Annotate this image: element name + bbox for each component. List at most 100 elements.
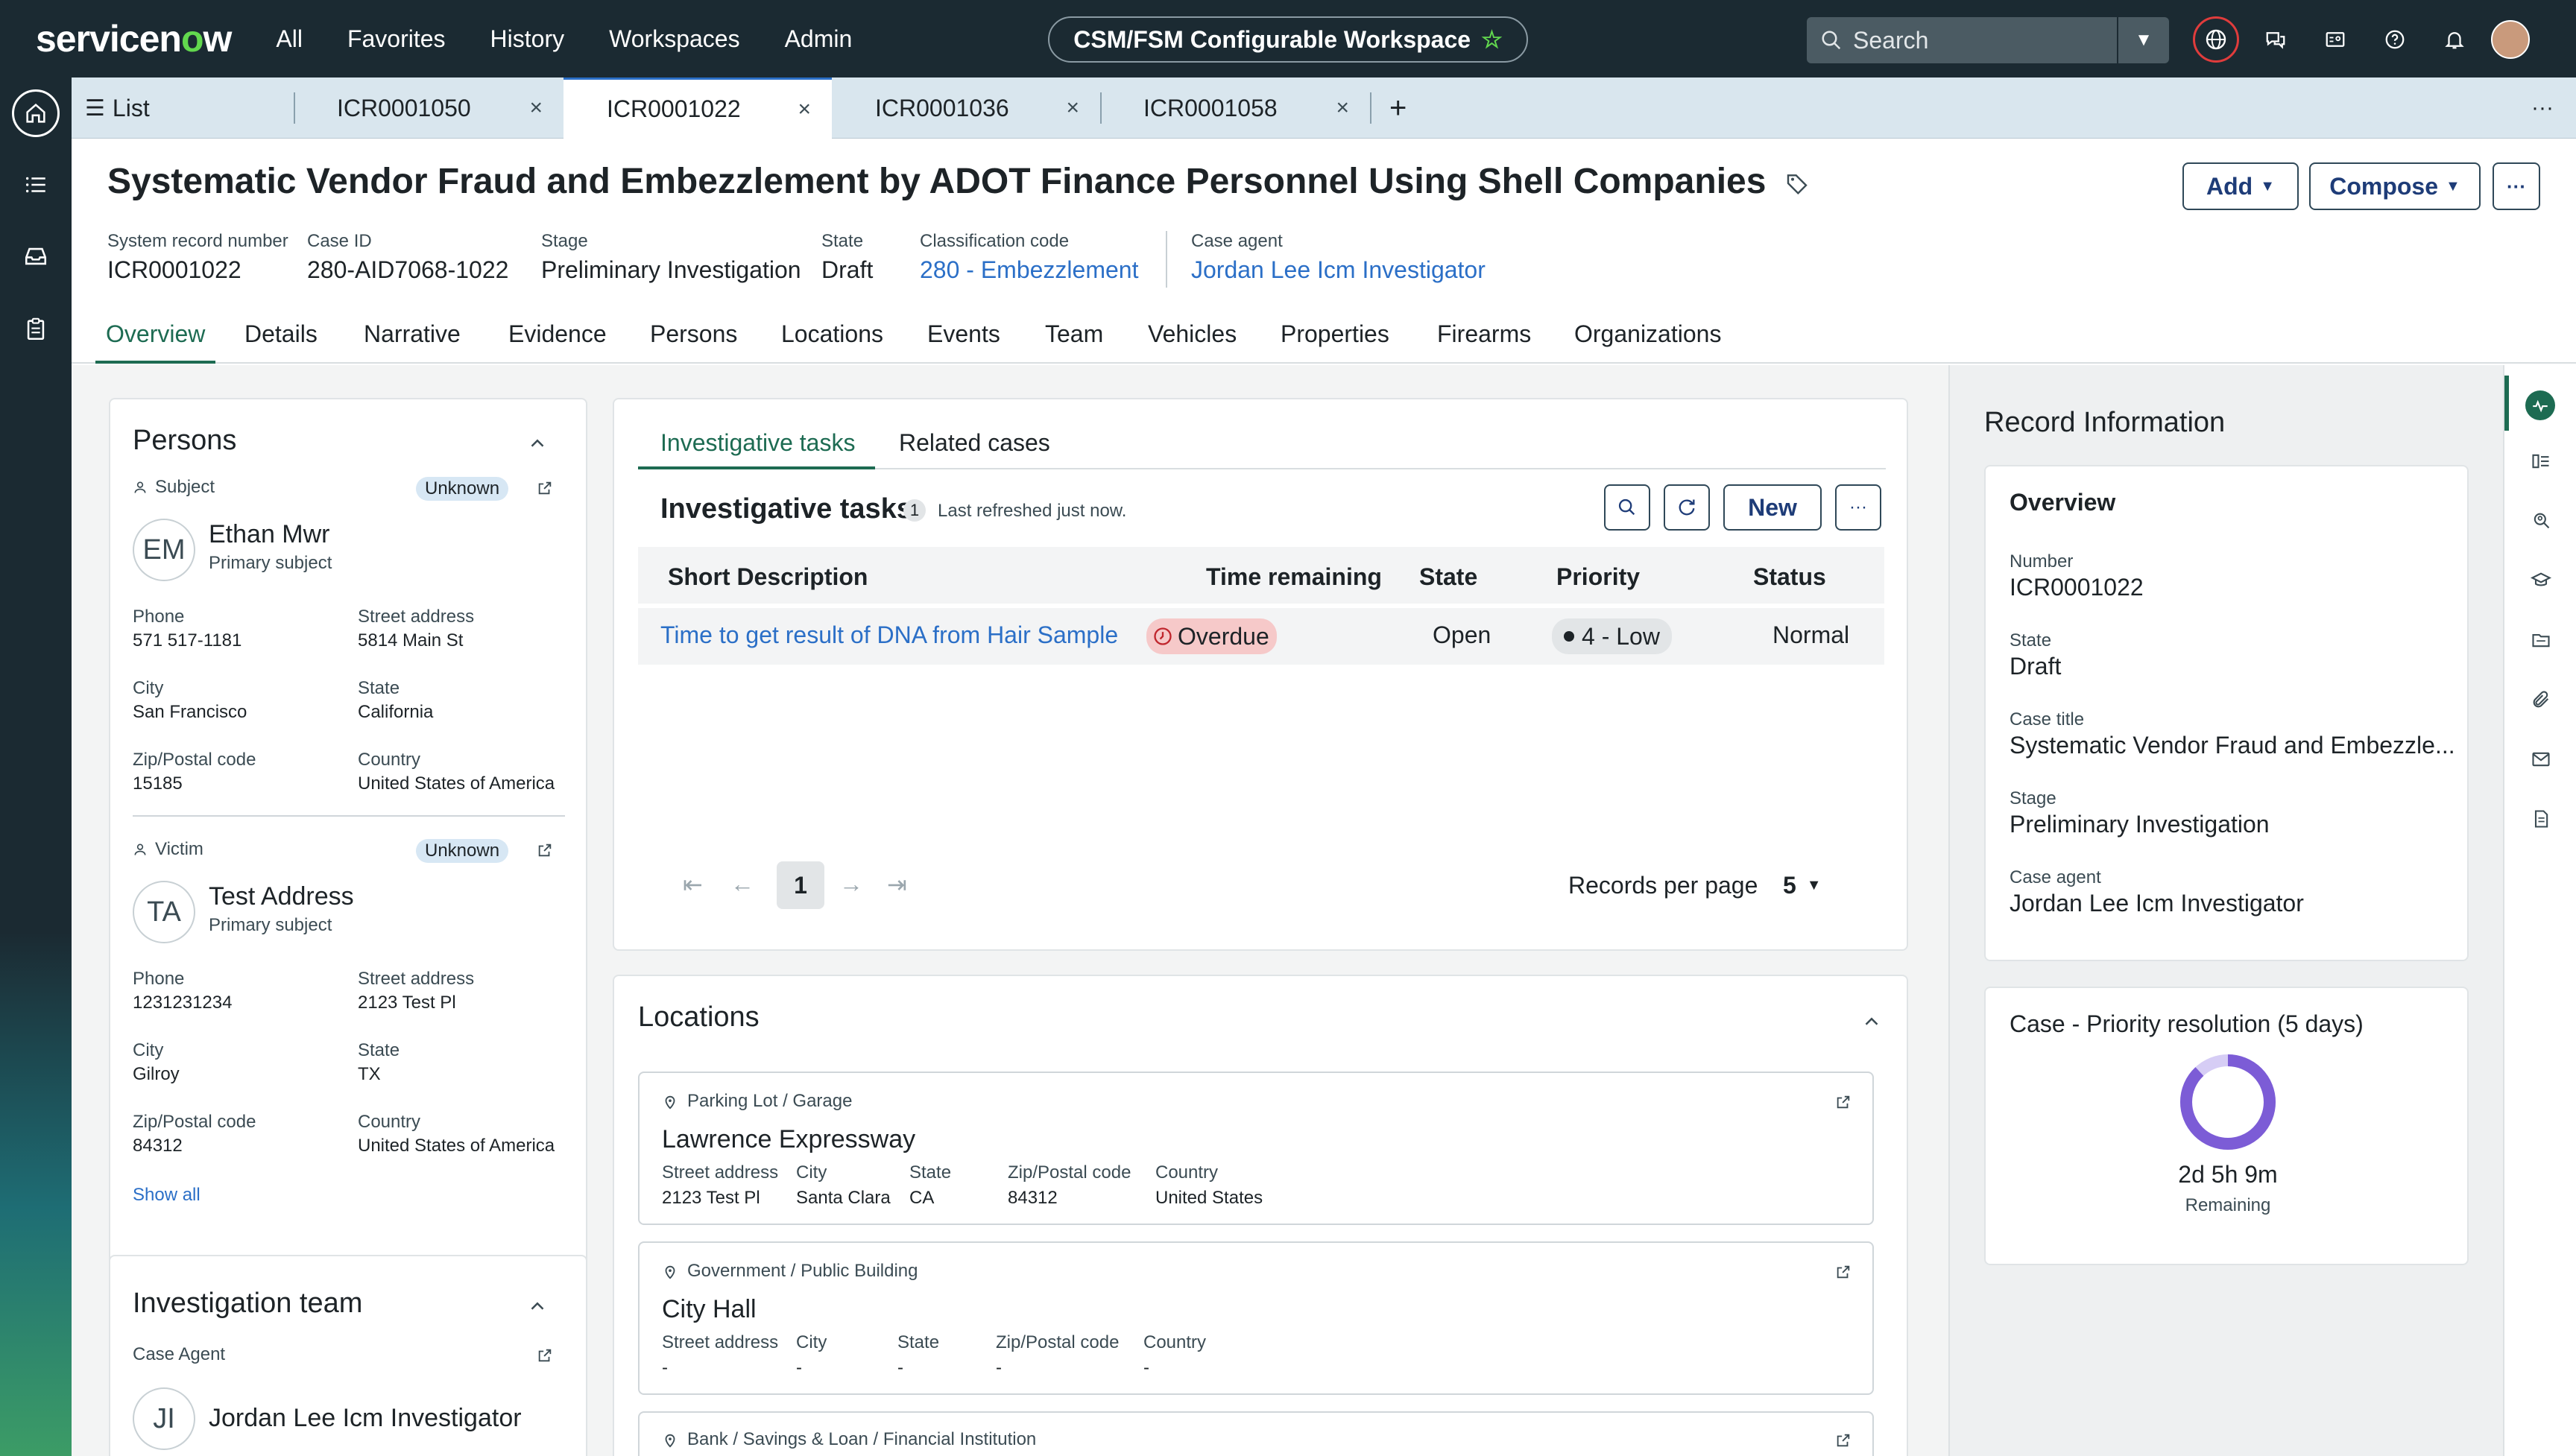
folder-icon[interactable] [2528,627,2554,653]
subtab-events[interactable]: Events [927,320,1000,364]
more-actions-button[interactable]: ··· [2493,162,2540,210]
subtab-details[interactable]: Details [244,320,318,364]
bell-icon[interactable] [2431,16,2478,63]
email-icon[interactable] [2528,747,2554,772]
tab-related-cases[interactable]: Related cases [899,429,1050,457]
subtab-firearms[interactable]: Firearms [1437,320,1531,364]
tag-icon[interactable] [1785,171,1809,195]
subtab-narrative[interactable]: Narrative [364,320,461,364]
field-label: Country [358,1112,421,1132]
subtab-evidence[interactable]: Evidence [508,320,607,364]
clipboard-icon[interactable] [12,306,60,353]
inbox-icon[interactable] [12,232,60,280]
subtab-overview[interactable]: Overview [95,320,216,364]
contact-card-icon[interactable] [2312,16,2358,63]
person-name[interactable]: Test Address [209,882,354,911]
tab-overflow-icon[interactable]: ··· [2531,77,2569,139]
tab-icr0001050[interactable]: ICR0001050 × [294,77,564,139]
caret-down-icon: ▼ [2260,177,2275,194]
case-agent-link[interactable]: Jordan Lee Icm Investigator [1191,256,1486,284]
persons-title: Persons [133,425,237,456]
tab-icr0001036[interactable]: ICR0001036 × [832,77,1102,139]
star-icon[interactable]: ☆ [1481,25,1503,54]
header-icons [2193,16,2530,63]
globe-icon[interactable] [2193,16,2239,63]
chevron-up-icon[interactable] [1860,1010,1883,1033]
person-name[interactable]: Ethan Mwr [209,520,330,549]
close-icon[interactable]: × [1336,95,1349,121]
nav-all[interactable]: All [276,25,303,53]
subtab-properties[interactable]: Properties [1281,320,1389,364]
current-page[interactable]: 1 [777,861,824,909]
classification-link[interactable]: 280 - Embezzlement [920,256,1138,284]
location-card[interactable]: Bank / Savings & Loan / Financial Instit… [638,1411,1874,1456]
close-icon[interactable]: × [529,95,543,121]
last-page-icon[interactable]: ⇥ [887,870,907,899]
close-icon[interactable]: × [798,97,811,122]
prev-page-icon[interactable]: ← [730,870,754,898]
next-page-icon[interactable]: → [839,870,863,898]
chat-icon[interactable] [2253,16,2299,63]
avatar: JI [133,1387,195,1450]
avatar: EM [133,519,195,581]
tab-list[interactable]: ☰ List [85,77,295,139]
col-short-description[interactable]: Short Description [668,563,868,591]
tab-investigative-tasks[interactable]: Investigative tasks [660,429,855,457]
location-card[interactable]: Parking Lot / Garage Lawrence Expressway… [638,1072,1874,1225]
team-member-name[interactable]: Jordan Lee Icm Investigator [209,1404,522,1433]
help-icon[interactable] [2372,16,2418,63]
subtab-persons[interactable]: Persons [650,320,737,364]
compose-button[interactable]: Compose ▼ [2309,162,2481,210]
search-scope-dropdown[interactable]: ▼ [2117,17,2169,63]
nav-favorites[interactable]: Favorites [347,25,446,53]
new-task-button[interactable]: New [1723,484,1822,531]
records-per-page-select[interactable]: 5 ▼ [1783,872,1822,899]
paperclip-icon[interactable] [2528,687,2554,712]
subtab-locations[interactable]: Locations [781,320,883,364]
servicenow-logo[interactable]: servicenow servicenow [36,17,232,60]
location-card[interactable]: Government / Public Building City Hall S… [638,1241,1874,1395]
close-icon[interactable]: × [1066,95,1079,121]
subtab-organizations[interactable]: Organizations [1574,320,1721,364]
open-external-icon[interactable] [1835,1094,1852,1110]
first-page-icon[interactable]: ⇤ [683,870,703,899]
home-icon[interactable] [12,89,60,137]
open-external-icon[interactable] [1835,1432,1852,1449]
open-external-icon[interactable] [537,1347,553,1364]
table-row[interactable]: Time to get result of DNA from Hair Samp… [638,608,1884,665]
open-external-icon[interactable] [537,842,553,858]
open-external-icon[interactable] [537,480,553,496]
global-search[interactable]: Search ▼ [1807,17,2169,63]
details-list-icon[interactable] [2528,449,2554,474]
user-avatar[interactable] [2491,20,2530,59]
chevron-up-icon[interactable] [526,432,549,455]
new-tab-plus-icon[interactable]: + [1389,77,1427,139]
col-status[interactable]: Status [1753,563,1826,591]
search-button[interactable] [1604,484,1650,531]
refresh-button[interactable] [1664,484,1710,531]
chevron-up-icon[interactable] [526,1295,549,1317]
document-icon[interactable] [2528,806,2554,832]
nav-history[interactable]: History [490,25,565,53]
nav-admin[interactable]: Admin [785,25,853,53]
more-button[interactable]: ··· [1835,484,1881,531]
person-type: Primary subject [209,915,332,935]
add-button[interactable]: Add ▼ [2182,162,2299,210]
task-description-link[interactable]: Time to get result of DNA from Hair Samp… [660,621,1118,649]
workspace-selector[interactable]: CSM/FSM Configurable Workspace ☆ [1048,16,1528,63]
activity-icon[interactable] [2525,390,2555,420]
open-external-icon[interactable] [1835,1264,1852,1280]
nav-workspaces[interactable]: Workspaces [609,25,739,53]
subtab-vehicles[interactable]: Vehicles [1148,320,1237,364]
graduation-cap-icon[interactable] [2528,568,2554,593]
list-icon[interactable] [12,161,60,209]
person-search-icon[interactable] [2528,508,2554,534]
tab-icr0001022[interactable]: ICR0001022 × [564,77,832,139]
col-state[interactable]: State [1419,563,1477,591]
show-all-link[interactable]: Show all [133,1185,201,1206]
person-divider [133,815,565,817]
subtab-team[interactable]: Team [1045,320,1103,364]
tab-icr0001058[interactable]: ICR0001058 × [1100,77,1371,139]
col-time-remaining[interactable]: Time remaining [1206,563,1382,591]
col-priority[interactable]: Priority [1556,563,1640,591]
